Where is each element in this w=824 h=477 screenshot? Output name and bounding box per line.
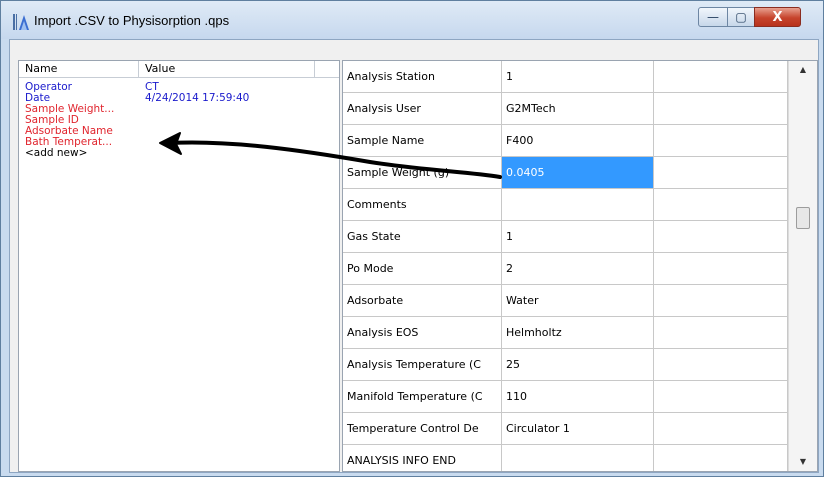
grid-row[interactable]: Adsorbate Water bbox=[343, 285, 788, 317]
column-header-filler bbox=[315, 61, 339, 77]
grid-cell-empty[interactable] bbox=[654, 221, 788, 252]
grid-cell-field[interactable]: Temperature Control De bbox=[343, 413, 502, 444]
vertical-scrollbar[interactable]: ▲ ▼ bbox=[788, 61, 817, 471]
grid-cell-value-selected[interactable]: 0.0405 bbox=[502, 157, 654, 188]
minimize-icon: — bbox=[707, 10, 719, 24]
grid-cell-field[interactable]: Adsorbate bbox=[343, 285, 502, 316]
window-title: Import .CSV to Physisorption .qps bbox=[34, 13, 230, 28]
grid-cell-value[interactable]: G2MTech bbox=[502, 93, 654, 124]
grid-cell-empty[interactable] bbox=[654, 189, 788, 220]
list-item-name: <add new> bbox=[25, 147, 88, 159]
list-header: Name Value bbox=[19, 61, 339, 78]
column-header-value[interactable]: Value bbox=[139, 61, 315, 77]
grid-cell-field[interactable]: ANALYSIS INFO END bbox=[343, 445, 502, 471]
grid-row[interactable]: Gas State 1 bbox=[343, 221, 788, 253]
grid-cell-empty[interactable] bbox=[654, 317, 788, 348]
grid-row[interactable]: Sample Weight (g) 0.0405 bbox=[343, 157, 788, 189]
grid-row[interactable]: Analysis Station 1 bbox=[343, 61, 788, 93]
list-item[interactable]: <add new> bbox=[19, 148, 339, 159]
grid-cell-field[interactable]: Analysis Station bbox=[343, 61, 502, 92]
grid-cell-value[interactable]: Water bbox=[502, 285, 654, 316]
grid-cell-value[interactable] bbox=[502, 189, 654, 220]
grid-cell-value[interactable]: 25 bbox=[502, 349, 654, 380]
title-bar[interactable]: Import .CSV to Physisorption .qps — ▢ X bbox=[1, 1, 823, 39]
grid-cell-empty[interactable] bbox=[654, 285, 788, 316]
grid-cell-value[interactable]: Circulator 1 bbox=[502, 413, 654, 444]
list-item-value: 4/24/2014 17:59:40 bbox=[145, 92, 250, 104]
qps-import-icon bbox=[13, 14, 29, 30]
scroll-up-arrow-icon[interactable]: ▲ bbox=[789, 61, 817, 79]
grid-cell-value[interactable] bbox=[502, 445, 654, 471]
column-header-name[interactable]: Name bbox=[19, 61, 139, 77]
grid-row[interactable]: Temperature Control De Circulator 1 bbox=[343, 413, 788, 445]
grid-cell-field[interactable]: Manifold Temperature (C bbox=[343, 381, 502, 412]
grid-cell-field[interactable]: Gas State bbox=[343, 221, 502, 252]
grid-cell-empty[interactable] bbox=[654, 253, 788, 284]
grid-cell-value[interactable]: Helmholtz bbox=[502, 317, 654, 348]
grid-cell-field[interactable]: Analysis Temperature (C bbox=[343, 349, 502, 380]
grid-cell-empty[interactable] bbox=[654, 125, 788, 156]
grid-row[interactable]: Analysis User G2MTech bbox=[343, 93, 788, 125]
grid-row[interactable]: Po Mode 2 bbox=[343, 253, 788, 285]
scroll-down-arrow-icon[interactable]: ▼ bbox=[789, 453, 817, 471]
grid-cell-field[interactable]: Comments bbox=[343, 189, 502, 220]
grid-cell-empty[interactable] bbox=[654, 157, 788, 188]
grid-row[interactable]: ANALYSIS INFO END bbox=[343, 445, 788, 471]
grid-cell-empty[interactable] bbox=[654, 445, 788, 471]
grid-cell-empty[interactable] bbox=[654, 413, 788, 444]
scrollbar-thumb[interactable] bbox=[796, 207, 810, 229]
grid-cell-empty[interactable] bbox=[654, 61, 788, 92]
close-icon: X bbox=[772, 10, 783, 25]
grid-cell-field[interactable]: Po Mode bbox=[343, 253, 502, 284]
maximize-button[interactable]: ▢ bbox=[727, 7, 755, 27]
grid-row[interactable]: Comments bbox=[343, 189, 788, 221]
grid-row[interactable]: Sample Name F400 bbox=[343, 125, 788, 157]
grid-cell-empty[interactable] bbox=[654, 93, 788, 124]
maximize-icon: ▢ bbox=[735, 10, 747, 24]
grid-row[interactable]: Manifold Temperature (C 110 bbox=[343, 381, 788, 413]
grid-cell-value[interactable]: 110 bbox=[502, 381, 654, 412]
field-mapping-list[interactable]: Name Value Operator CT Date 4/24/2014 17:59… bbox=[18, 60, 340, 472]
grid-cell-value[interactable]: 2 bbox=[502, 253, 654, 284]
grid-row[interactable]: Analysis EOS Helmholtz bbox=[343, 317, 788, 349]
grid-cell-empty[interactable] bbox=[654, 381, 788, 412]
grid-cell-value[interactable]: 1 bbox=[502, 221, 654, 252]
grid-cell-field[interactable]: Sample Name bbox=[343, 125, 502, 156]
grid-cell-empty[interactable] bbox=[654, 349, 788, 380]
grid-cell-field[interactable]: Analysis User bbox=[343, 93, 502, 124]
close-button[interactable]: X bbox=[754, 7, 801, 27]
grid-row[interactable]: Analysis Temperature (C 25 bbox=[343, 349, 788, 381]
grid-cell-value[interactable]: 1 bbox=[502, 61, 654, 92]
grid-cell-field[interactable]: Analysis EOS bbox=[343, 317, 502, 348]
analysis-info-grid[interactable]: Analysis Station 1 Analysis User G2MTech Sam… bbox=[342, 60, 818, 472]
grid-cell-value[interactable]: F400 bbox=[502, 125, 654, 156]
grid-cell-field[interactable]: Sample Weight (g) bbox=[343, 157, 502, 188]
minimize-button[interactable]: — bbox=[698, 7, 728, 27]
